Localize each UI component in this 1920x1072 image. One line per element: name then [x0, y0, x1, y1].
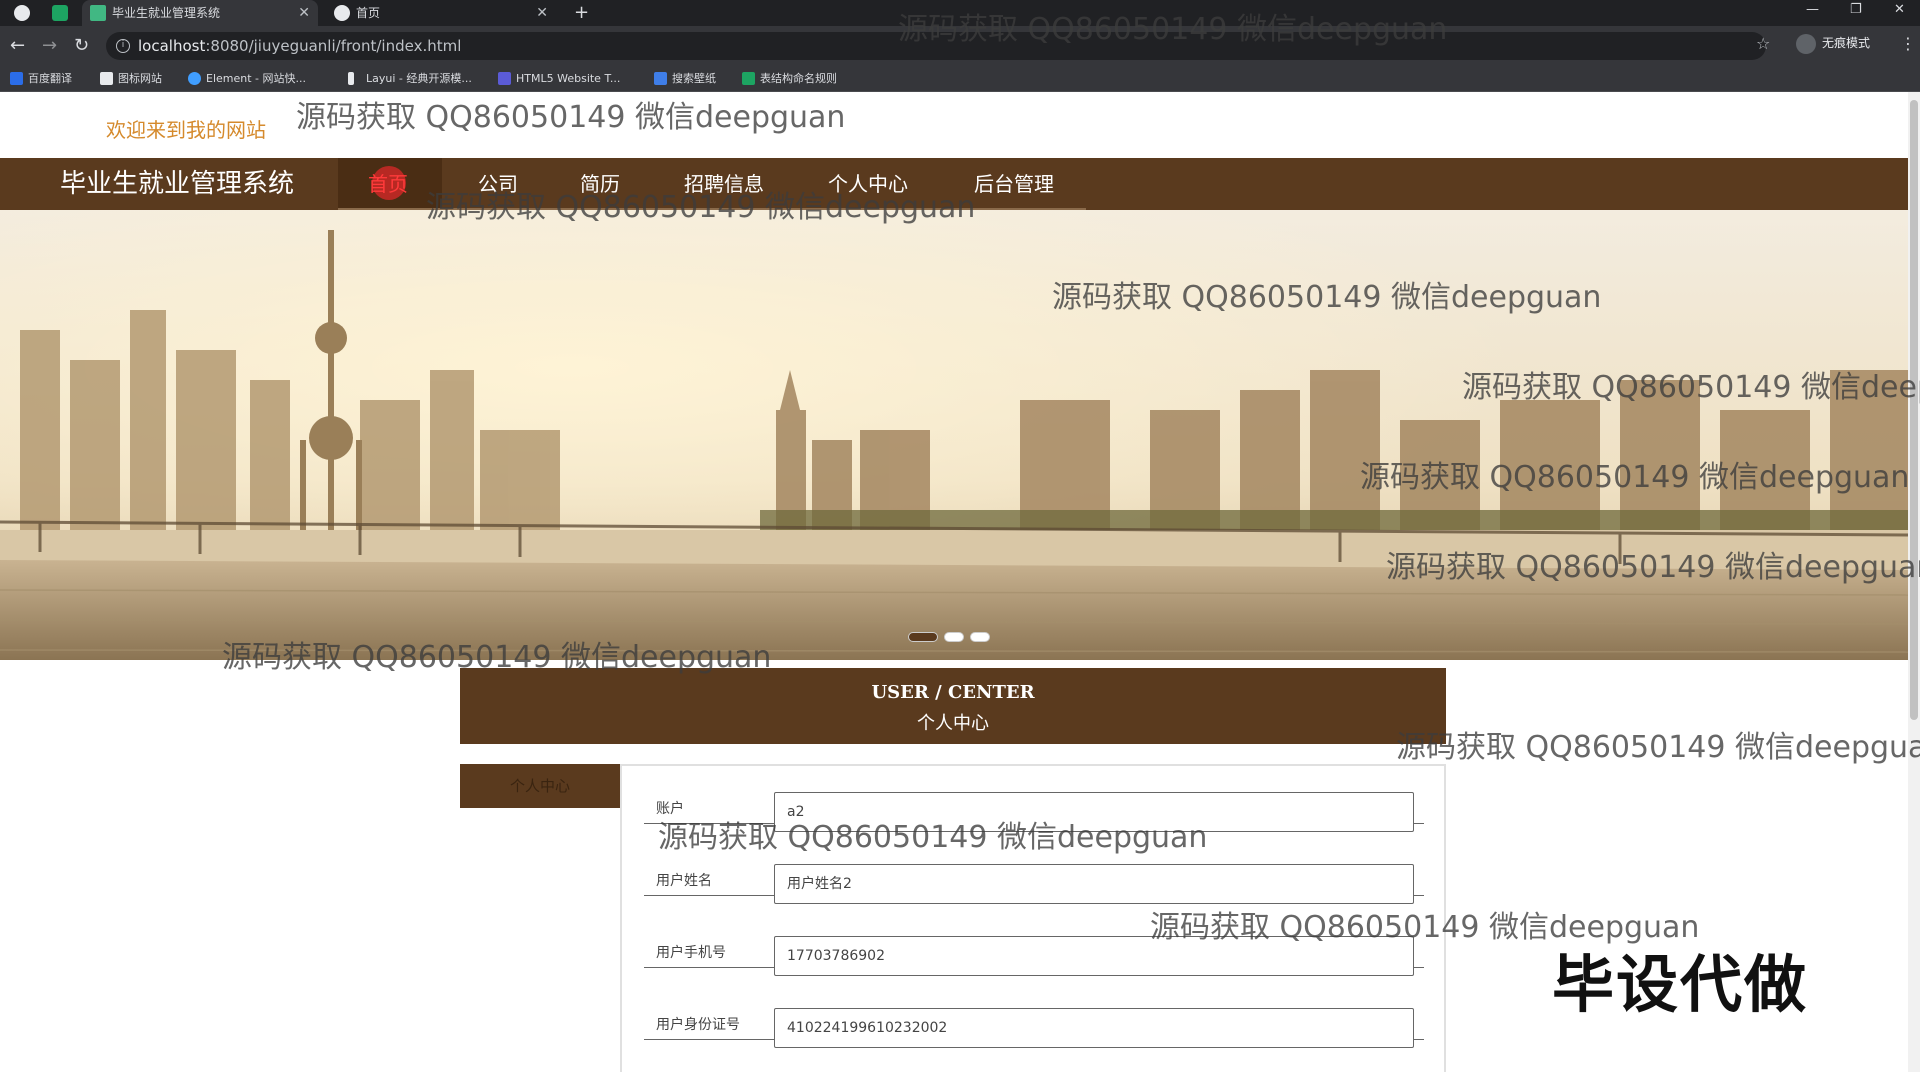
globe-icon — [334, 5, 350, 21]
page-scrollbar[interactable] — [1908, 92, 1920, 1072]
back-arrow-icon[interactable]: ← — [10, 34, 25, 58]
main-navbar: 毕业生就业管理系统 首页 公司 简历 招聘信息 个人中心 后台管理 — [0, 158, 1908, 210]
web-page: 欢迎来到我的网站 毕业生就业管理系统 首页 公司 简历 招聘信息 个人中心 后台… — [0, 92, 1920, 1072]
tab-home[interactable]: 首页 ✕ — [326, 0, 556, 26]
address-toolbar: ← → ↻ i localhost:8080/jiuyeguanli/front… — [0, 26, 1920, 66]
side-menu-user-center[interactable]: 个人中心 — [460, 764, 620, 808]
bookmark-item[interactable]: HTML5 Website T... — [498, 70, 620, 88]
account-input[interactable]: a2 — [774, 792, 1414, 832]
bookmark-label: Layui - 经典开源模... — [366, 72, 472, 85]
tab-title: 首页 — [356, 6, 381, 20]
new-tab-plus-icon[interactable]: + — [574, 0, 589, 26]
bookmark-label: 图标网站 — [118, 72, 162, 85]
bookmark-label: 搜索壁纸 — [672, 72, 716, 85]
carousel-banner[interactable] — [0, 210, 1908, 660]
idcard-input[interactable]: 410224199610232002 — [774, 1008, 1414, 1048]
site-brand[interactable]: 毕业生就业管理系统 — [60, 158, 294, 210]
nav-home[interactable]: 首页 — [368, 158, 408, 210]
close-icon[interactable]: ✕ — [298, 0, 310, 26]
browser-tab-strip: 毕业生就业管理系统 ✕ 首页 ✕ + — ❐ ✕ — [0, 0, 1920, 26]
bookmarks-bar: 百度翻译 图标网站 Element - 网站快... Layui - 经典开源模… — [0, 66, 1920, 92]
minimize-icon[interactable]: — — [1806, 0, 1819, 20]
flag-icon — [100, 72, 113, 85]
table-icon — [742, 72, 755, 85]
url-host: localhost — [138, 37, 206, 55]
element-icon — [188, 72, 201, 85]
nav-jobs[interactable]: 招聘信息 — [684, 158, 764, 210]
user-center-title-en: USER / CENTER — [871, 682, 1035, 703]
address-bar[interactable]: i localhost:8080/jiuyeguanli/front/index… — [106, 32, 1766, 60]
incognito-avatar-icon — [1796, 33, 1816, 54]
bookmark-icon — [10, 72, 23, 85]
user-center-header: USER / CENTER 个人中心 — [460, 668, 1446, 744]
city-skyline-image — [0, 210, 1908, 660]
welcome-text: 欢迎来到我的网站 — [106, 118, 266, 142]
browser-menu-icon[interactable]: ⋮ — [1900, 34, 1916, 53]
nav-resume[interactable]: 简历 — [580, 158, 620, 210]
wallpaper-icon — [654, 72, 667, 85]
tab-title: 毕业生就业管理系统 — [112, 6, 221, 20]
url-path: :8080/jiuyeguanli/front/index.html — [205, 37, 462, 55]
vue-icon — [90, 5, 106, 21]
form-row-account: 账户 a2 — [644, 766, 1424, 832]
bookmark-label: 表结构命名规则 — [760, 72, 837, 85]
bookmark-item[interactable]: 图标网站 — [100, 70, 162, 88]
carousel-dot[interactable] — [908, 632, 938, 642]
user-center-title-cn: 个人中心 — [917, 713, 989, 734]
bookmark-star-icon[interactable]: ☆ — [1756, 34, 1770, 53]
tab-active[interactable]: 毕业生就业管理系统 ✕ — [82, 0, 318, 26]
idcard-label: 用户身份证号 — [656, 1017, 740, 1033]
phone-input[interactable]: 17703786902 — [774, 936, 1414, 976]
incognito-profile[interactable]: 无痕模式 — [1796, 33, 1870, 54]
bookmark-item[interactable]: 表结构命名规则 — [742, 70, 837, 88]
promo-stamp: 毕设代做 — [1552, 948, 1809, 1021]
form-row-idcard: 用户身份证号 410224199610232002 — [644, 982, 1424, 1048]
chrome-icon[interactable] — [14, 5, 30, 21]
form-row-username: 用户姓名 用户姓名2 — [644, 838, 1424, 904]
layui-icon — [348, 72, 354, 85]
spreadsheet-app-icon[interactable] — [52, 5, 68, 21]
bookmark-item[interactable]: 搜索壁纸 — [654, 70, 716, 88]
form-row-phone: 用户手机号 17703786902 — [644, 910, 1424, 976]
bookmark-item[interactable]: Element - 网站快... — [188, 70, 306, 88]
forward-arrow-icon[interactable]: → — [42, 34, 57, 58]
bookmark-label: 百度翻译 — [28, 72, 72, 85]
user-profile-form: 账户 a2 用户姓名 用户姓名2 用户手机号 17703786902 用户身份证… — [620, 764, 1446, 1072]
username-input[interactable]: 用户姓名2 — [774, 864, 1414, 904]
nav-company[interactable]: 公司 — [478, 158, 518, 210]
carousel-dot[interactable] — [944, 632, 964, 642]
nav-admin[interactable]: 后台管理 — [974, 158, 1054, 210]
account-label: 账户 — [656, 801, 684, 817]
bookmark-label: Element - 网站快... — [206, 72, 306, 85]
nav-user-center[interactable]: 个人中心 — [828, 158, 908, 210]
bookmark-label: HTML5 Website T... — [516, 72, 621, 85]
window-close-icon[interactable]: ✕ — [1894, 0, 1905, 20]
html5-icon — [498, 72, 511, 85]
reload-icon[interactable]: ↻ — [74, 34, 89, 58]
username-label: 用户姓名 — [656, 873, 712, 889]
scrollbar-thumb[interactable] — [1910, 100, 1918, 720]
bookmark-item[interactable]: 百度翻译 — [10, 70, 72, 88]
profile-label: 无痕模式 — [1822, 36, 1871, 50]
close-icon[interactable]: ✕ — [536, 0, 548, 26]
bookmark-item[interactable]: Layui - 经典开源模... — [348, 70, 472, 88]
restore-icon[interactable]: ❐ — [1850, 0, 1862, 20]
carousel-dot[interactable] — [970, 632, 990, 642]
carousel-indicators — [908, 627, 996, 646]
phone-label: 用户手机号 — [656, 945, 726, 961]
site-info-icon[interactable]: i — [116, 39, 130, 53]
